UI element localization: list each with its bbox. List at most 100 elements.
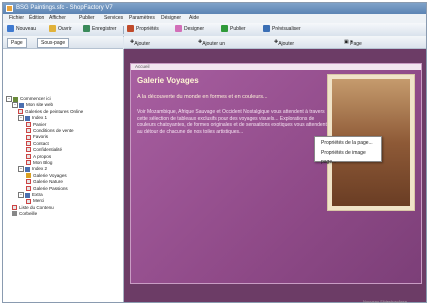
tree-item[interactable]: Merci — [26, 198, 44, 204]
menu-item-page-properties[interactable]: Propriétés de la page... — [321, 139, 373, 148]
menu-fichier[interactable]: Fichier — [9, 14, 24, 23]
window-title: BSG Paintings.sfc - ShopFactory V7 — [16, 5, 113, 11]
menu-item-image-properties[interactable]: Propriétés de image page... — [321, 149, 381, 165]
add-paragraph-button[interactable]: ✚ Ajouter un paragraphe — [198, 38, 228, 55]
tree-item[interactable]: Confidentialité — [26, 147, 62, 153]
page-icon — [12, 205, 17, 211]
menu-edition[interactable]: Édition — [29, 14, 44, 23]
tree-item-label: Commencer ici — [20, 96, 51, 102]
tree-item-label: Galerie Nature — [33, 179, 63, 185]
page-icon — [26, 141, 31, 147]
tab-page[interactable]: Page — [7, 38, 27, 48]
menu-designer[interactable]: Désigner — [161, 14, 181, 23]
new-icon — [7, 25, 14, 33]
preview-icon — [263, 25, 270, 33]
tree-item[interactable]: − Extra — [18, 192, 43, 198]
page-icon — [26, 121, 31, 127]
tree-item[interactable]: Conditions de vente — [26, 128, 74, 134]
tree-item-label: Merci — [33, 198, 45, 204]
collapse-toggle-icon[interactable]: − — [18, 166, 24, 173]
collapse-toggle-icon[interactable]: − — [6, 96, 12, 102]
tree-item-label: Corbeille — [19, 211, 38, 217]
publish-icon — [221, 25, 228, 33]
page-menu-button[interactable]: ▣ Page ▾ — [344, 38, 362, 47]
save-icon — [83, 25, 90, 33]
folder-icon — [19, 102, 24, 108]
folder-icon — [25, 115, 30, 121]
menu-bar: Fichier Édition Afficher Publier Service… — [3, 14, 426, 23]
tree-item[interactable]: Contact — [26, 141, 49, 147]
tree-item-label: Mon Blog — [33, 160, 53, 165]
tree-item[interactable]: − Mon site web — [12, 102, 54, 109]
properties-button[interactable]: Propriétés — [127, 25, 159, 34]
page-preview-panel: Accueil Galerie Voyages A la découverte … — [124, 49, 426, 302]
app-logo-icon — [6, 5, 13, 12]
tree-item[interactable]: A propos — [26, 154, 51, 160]
tree-item[interactable]: − Index 2 — [18, 166, 48, 173]
tree-item[interactable]: Mon Blog — [26, 160, 52, 166]
menu-publier[interactable]: Publier — [79, 14, 95, 23]
tree-item-label: Galerie Passions — [33, 185, 68, 191]
add-product-button[interactable]: ✚ Ajouter un produit — [130, 38, 150, 63]
collapse-toggle-icon[interactable]: − — [18, 115, 24, 122]
new-button[interactable]: Nouveau — [7, 25, 36, 34]
publish-button[interactable]: Publier — [221, 25, 246, 34]
tree-item[interactable]: Liste du Contenu — [12, 205, 54, 211]
page-subtitle: A la découverte du monde en formes et en… — [137, 94, 268, 100]
tree-item[interactable]: Galerie Nature — [26, 179, 63, 185]
folder-icon — [25, 192, 30, 198]
menu-aide[interactable]: Aide — [189, 14, 199, 23]
folder-icon — [25, 166, 30, 172]
page-icon — [26, 198, 31, 204]
page-canvas: Accueil Galerie Voyages A la découverte … — [130, 63, 422, 284]
tree-item[interactable]: − Commencer ici — [6, 96, 51, 102]
designer-icon — [175, 25, 182, 33]
collapse-toggle-icon[interactable]: − — [12, 102, 18, 109]
tree-item-label: Favoris — [33, 134, 49, 140]
properties-icon — [127, 25, 134, 33]
tree-item[interactable]: Galeries de peintures Online — [18, 109, 83, 115]
page-title: Galerie Voyages — [137, 76, 199, 85]
tree-item-label: Mon site web — [26, 102, 54, 108]
tree-item[interactable]: − Index 1 — [18, 115, 48, 122]
tree-item-label: A propos — [33, 153, 52, 159]
tree-item-label: Liste du Contenu — [19, 204, 54, 210]
add-image-button[interactable]: ✚ Ajouter une image — [274, 38, 294, 63]
tree-item-label: Index 2 — [32, 166, 48, 172]
tree-item-label: Panier — [33, 121, 47, 127]
menu-parametres[interactable]: Paramètres — [129, 14, 155, 23]
tree-item-label: Galerie Voyages — [33, 172, 67, 178]
page-icon — [26, 147, 31, 153]
tree-item-label: Index 1 — [32, 115, 48, 121]
tree-item[interactable]: Galerie Passions — [26, 186, 68, 192]
page-icon — [26, 173, 31, 179]
content-toolbar: ✚ Ajouter un produit ✚ Ajouter un paragr… — [124, 36, 426, 63]
tab-sous-page[interactable]: Sous-page — [37, 38, 70, 48]
tree-item[interactable]: Favoris — [26, 134, 48, 140]
page-icon — [26, 185, 31, 191]
page-icon — [26, 134, 31, 140]
tree-item-label: Conditions de vente — [33, 128, 74, 133]
breadcrumb: Accueil — [131, 64, 421, 70]
menu-afficher[interactable]: Afficher — [49, 14, 66, 23]
main-toolbar: Nouveau Ouvrir Enregistrer Propriétés De… — [3, 23, 426, 37]
tree-item[interactable]: Panier — [26, 122, 46, 128]
designer-button[interactable]: Designer — [175, 25, 204, 34]
home-icon — [13, 96, 18, 102]
open-button[interactable]: Ouvrir — [49, 25, 72, 34]
menu-services[interactable]: Services — [104, 14, 123, 23]
collapse-toggle-icon[interactable]: − — [18, 192, 24, 198]
tree-item[interactable]: Galerie Voyages — [26, 173, 67, 179]
page-icon — [26, 128, 31, 134]
tree-item[interactable]: Corbeille — [12, 211, 37, 217]
tree-item-label: Galeries de peintures Online — [25, 108, 84, 114]
open-folder-icon — [49, 25, 56, 33]
toolbar-separator — [123, 26, 124, 34]
page-body-text: Voir Mozambique, Afrique Sauvage et Occi… — [137, 109, 327, 135]
page-icon — [18, 109, 23, 115]
save-button[interactable]: Enregistrer — [83, 25, 116, 34]
trash-icon — [12, 211, 17, 217]
preview-button[interactable]: Prévisualiser — [263, 25, 301, 34]
page-icon — [26, 160, 31, 166]
title-bar: BSG Paintings.sfc - ShopFactory V7 — [3, 3, 426, 14]
